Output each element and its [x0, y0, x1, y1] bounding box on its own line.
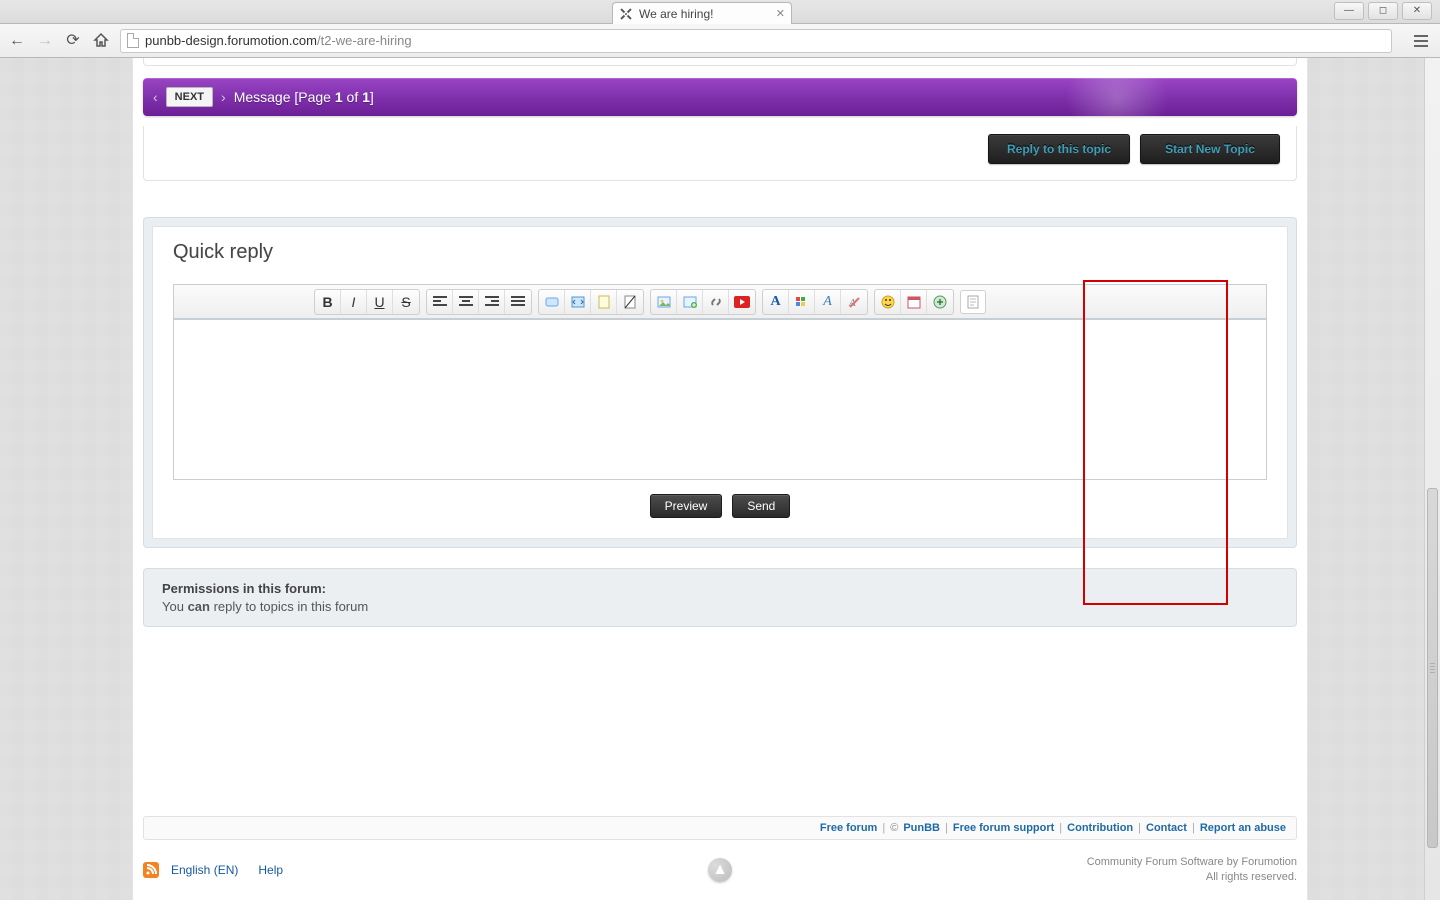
page-container: ‹ NEXT › Message [Page 1 of 1] Reply to …: [132, 58, 1308, 900]
align-right-icon[interactable]: [479, 290, 505, 314]
reply-button[interactable]: Reply to this topic: [988, 134, 1130, 164]
font-color-icon[interactable]: [789, 290, 815, 314]
credits-line2: All rights reserved.: [1087, 870, 1297, 884]
pager-msg-suffix: ]: [370, 89, 374, 105]
window-maximize-button[interactable]: ◻: [1368, 2, 1398, 20]
rss-icon[interactable]: [143, 862, 159, 878]
contribution-link[interactable]: Contribution: [1067, 822, 1133, 834]
more-icon[interactable]: [927, 290, 953, 314]
punbb-link[interactable]: PunBB: [903, 822, 940, 834]
browser-menu-icon[interactable]: [1410, 30, 1432, 52]
bold-icon[interactable]: B: [315, 290, 341, 314]
underline-icon[interactable]: U: [367, 290, 393, 314]
page-icon: [127, 33, 139, 48]
browser-tab-strip: We are hiring! ✕ — ◻ ✕: [0, 0, 1440, 24]
align-justify-icon[interactable]: [505, 290, 531, 314]
send-button[interactable]: Send: [732, 494, 790, 518]
pager-message: Message [Page 1 of 1]: [234, 89, 374, 105]
pagination-bar: ‹ NEXT › Message [Page 1 of 1]: [143, 78, 1297, 116]
browser-tab[interactable]: We are hiring! ✕: [612, 2, 792, 24]
scrollbar-thumb[interactable]: [1427, 488, 1438, 848]
permissions-panel: Permissions in this forum: You can reply…: [143, 568, 1297, 627]
editor-toolbar: B I U S: [174, 285, 1266, 319]
quick-reply-panel: Quick reply B I U S: [143, 217, 1297, 548]
free-forum-link[interactable]: Free forum: [820, 822, 877, 834]
report-link[interactable]: Report an abuse: [1200, 822, 1286, 834]
scroll-top-button[interactable]: ▲: [708, 858, 732, 882]
page-scrollbar[interactable]: [1424, 58, 1440, 900]
perm-pre: You: [162, 599, 188, 614]
align-left-icon[interactable]: [427, 290, 453, 314]
browser-toolbar: ← → ⟳ punbb-design.forumotion.com /t2-we…: [0, 24, 1440, 58]
page-viewport: ‹ NEXT › Message [Page 1 of 1] Reply to …: [0, 58, 1440, 900]
pager-current: 1: [335, 89, 343, 105]
forward-icon: →: [36, 32, 54, 50]
preview-button[interactable]: Preview: [650, 494, 723, 518]
date-icon[interactable]: [901, 290, 927, 314]
hidden-icon[interactable]: [617, 290, 643, 314]
strike-icon[interactable]: S: [393, 290, 419, 314]
tab-favicon-icon: [619, 7, 633, 21]
switch-mode-icon[interactable]: [960, 290, 986, 314]
emoji-icon[interactable]: [875, 290, 901, 314]
back-icon[interactable]: ←: [8, 32, 26, 50]
window-close-button[interactable]: ✕: [1402, 2, 1432, 20]
quote-icon[interactable]: [539, 290, 565, 314]
pager-next-button[interactable]: NEXT: [166, 87, 213, 107]
editor: B I U S: [173, 284, 1267, 480]
window-minimize-button[interactable]: —: [1334, 2, 1364, 20]
pager-of: of: [343, 89, 362, 105]
pager-next-icon[interactable]: ›: [221, 89, 226, 105]
language-selector[interactable]: English (EN): [171, 863, 238, 877]
tab-close-icon[interactable]: ✕: [776, 7, 785, 20]
pager-msg-prefix: Message [Page: [234, 89, 335, 105]
font-family-icon[interactable]: A: [815, 290, 841, 314]
code-icon[interactable]: [565, 290, 591, 314]
tab-title: We are hiring!: [639, 7, 713, 21]
permissions-heading: Permissions in this forum:: [162, 581, 1278, 596]
support-link[interactable]: Free forum support: [953, 822, 1054, 834]
perm-bold: can: [188, 599, 210, 614]
address-bar[interactable]: punbb-design.forumotion.com /t2-we-are-h…: [120, 29, 1392, 53]
youtube-icon[interactable]: [729, 290, 755, 314]
quick-reply-title: Quick reply: [173, 241, 1277, 264]
pager-prev-icon[interactable]: ‹: [153, 89, 158, 105]
italic-icon[interactable]: I: [341, 290, 367, 314]
permissions-line: You can reply to topics in this forum: [162, 599, 1278, 614]
url-domain: punbb-design.forumotion.com: [145, 33, 317, 48]
copyright-symbol: ©: [890, 822, 898, 834]
home-icon[interactable]: [92, 32, 110, 50]
reload-icon[interactable]: ⟳: [64, 32, 82, 50]
remove-format-icon[interactable]: A: [841, 290, 867, 314]
perm-post: reply to topics in this forum: [210, 599, 368, 614]
image-host-icon[interactable]: [677, 290, 703, 314]
footer-links: Free forum | © PunBB | Free forum suppor…: [143, 816, 1297, 840]
url-path: /t2-we-are-hiring: [317, 33, 412, 48]
align-center-icon[interactable]: [453, 290, 479, 314]
new-topic-button[interactable]: Start New Topic: [1140, 134, 1280, 164]
previous-panel-edge: [143, 58, 1297, 66]
topic-actions: Reply to this topic Start New Topic: [143, 126, 1297, 181]
image-icon[interactable]: [651, 290, 677, 314]
spoiler-icon[interactable]: [591, 290, 617, 314]
help-link[interactable]: Help: [258, 863, 283, 877]
contact-link[interactable]: Contact: [1146, 822, 1187, 834]
font-size-icon[interactable]: A: [763, 290, 789, 314]
credits: Community Forum Software by Forumotion A…: [1087, 855, 1297, 884]
editor-textarea[interactable]: [173, 320, 1267, 480]
credits-line1: Community Forum Software by Forumotion: [1087, 855, 1297, 869]
pager-total: 1: [362, 89, 370, 105]
link-icon[interactable]: [703, 290, 729, 314]
